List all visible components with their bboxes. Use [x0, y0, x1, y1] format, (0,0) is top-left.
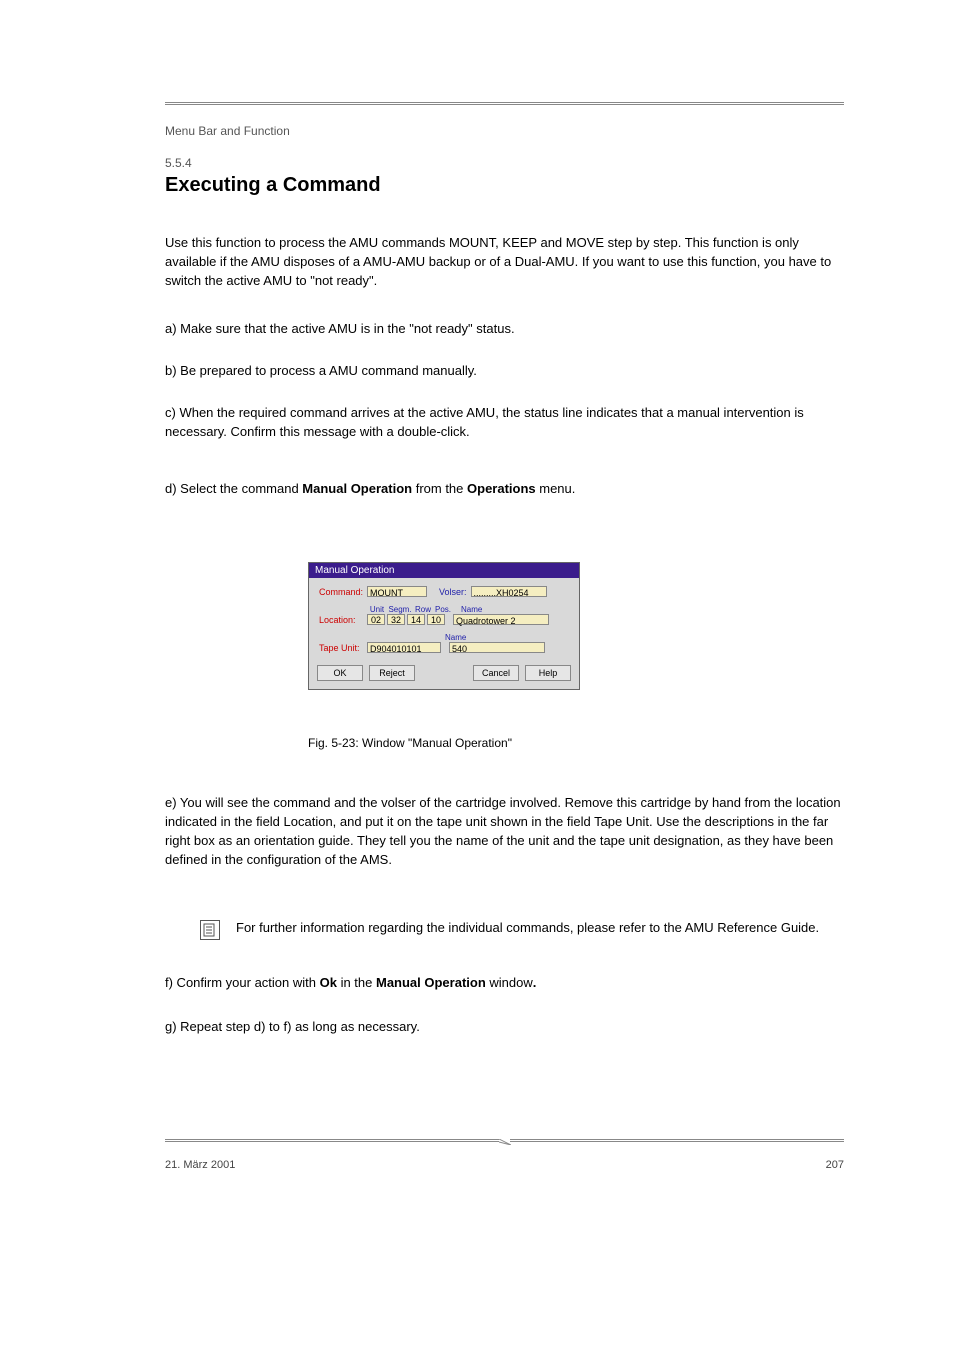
location-label: Location: — [319, 615, 367, 625]
section-number: 5.5.4 — [165, 156, 192, 170]
volser-field[interactable]: .........XH0254 — [471, 586, 547, 597]
col-pos: Pos. — [433, 605, 453, 614]
reference-text: For further information regarding the in… — [236, 920, 844, 935]
location-name-field[interactable]: Quadrotower 2 — [453, 614, 549, 625]
loc-unit-field[interactable]: 02 — [367, 614, 385, 625]
section-title: Executing a Command — [165, 174, 381, 197]
col-unit: Unit — [367, 605, 387, 614]
cancel-button[interactable]: Cancel — [473, 665, 519, 681]
tape-unit-label: Tape Unit: — [319, 643, 367, 653]
dialog-titlebar: Manual Operation — [309, 563, 579, 578]
step-f-mo: Manual Operation — [376, 975, 489, 990]
command-field[interactable]: MOUNT — [367, 586, 427, 597]
help-button[interactable]: Help — [525, 665, 571, 681]
footer-page-number: 207 — [826, 1159, 844, 1171]
col-segm: Segm. — [387, 605, 413, 614]
loc-segm-field[interactable]: 32 — [387, 614, 405, 625]
reject-button[interactable]: Reject — [369, 665, 415, 681]
footer-rule — [165, 1139, 844, 1145]
step-f-post1: window — [489, 975, 532, 990]
figure-caption: Fig. 5-23: Window "Manual Operation" — [308, 736, 512, 750]
loc-name-label: Name — [461, 605, 482, 614]
tape-unit-field[interactable]: D904010101 — [367, 642, 441, 653]
step-d-bold2: Operations — [467, 481, 536, 496]
command-label: Command: — [319, 587, 367, 597]
step-f-pre: f) Confirm your action with — [165, 975, 320, 990]
reference-icon — [200, 920, 220, 940]
step-d-bold1: Manual Operation — [302, 481, 412, 496]
tape-name-label: Name — [445, 633, 466, 642]
step-d-pre: d) Select the command — [165, 481, 302, 496]
tape-name-field[interactable]: 540 — [449, 642, 545, 653]
footer-date: 21. März 2001 — [165, 1159, 235, 1171]
header-rule — [165, 102, 844, 105]
manual-operation-dialog: Manual Operation Command: MOUNT Volser: … — [308, 562, 580, 690]
paragraph-intro: Use this function to process the AMU com… — [165, 234, 844, 291]
step-d-post: menu. — [536, 481, 576, 496]
step-f-post2: . — [533, 975, 537, 990]
loc-row-field[interactable]: 14 — [407, 614, 425, 625]
step-f-ok: Ok — [320, 975, 337, 990]
step-c: c) When the required command arrives at … — [165, 404, 844, 442]
header-left-text: Menu Bar and Function — [165, 124, 290, 138]
step-b: b) Be prepared to process a AMU command … — [165, 362, 844, 381]
step-d-mid: from the — [412, 481, 467, 496]
loc-pos-field[interactable]: 10 — [427, 614, 445, 625]
col-row: Row — [413, 605, 433, 614]
step-f: f) Confirm your action with Ok in the Ma… — [165, 974, 844, 993]
step-g: g) Repeat step d) to f) as long as neces… — [165, 1018, 844, 1037]
step-d: d) Select the command Manual Operation f… — [165, 480, 844, 499]
step-f-mid: in the — [337, 975, 376, 990]
ok-button[interactable]: OK — [317, 665, 363, 681]
step-a: a) Make sure that the active AMU is in t… — [165, 320, 844, 339]
step-e: e) You will see the command and the vols… — [165, 794, 844, 869]
volser-label: Volser: — [439, 587, 467, 597]
